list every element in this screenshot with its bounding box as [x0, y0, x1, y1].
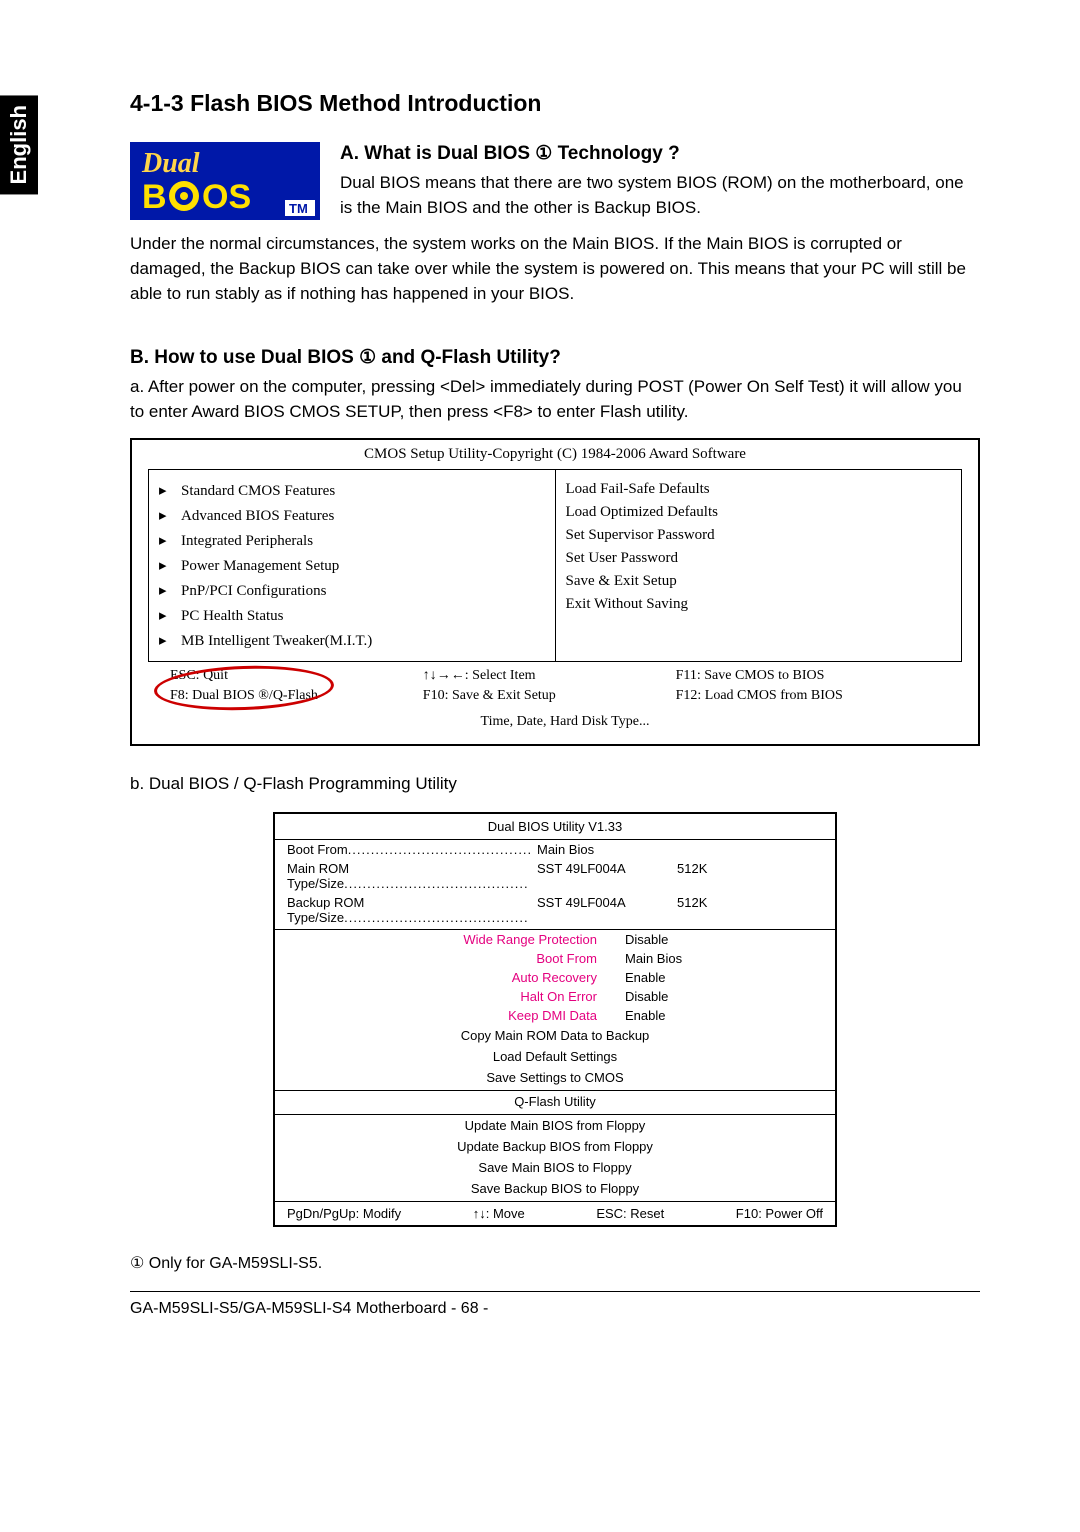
qf-key: F10: Power Off: [736, 1206, 823, 1221]
cmos-item: Power Management Setup: [181, 558, 339, 574]
svg-text:B: B: [142, 178, 167, 216]
cmos-item: Advanced BIOS Features: [181, 508, 334, 524]
cmos-item: Load Optimized Defaults: [566, 501, 952, 524]
cmos-key-f12: F12: Load CMOS from BIOS: [676, 688, 960, 704]
qf-info-val: SST 49LF004A: [537, 895, 677, 925]
qflash-title: Dual BIOS Utility V1.33: [275, 814, 835, 840]
dualbios-logo: Dual B OS TM TM: [130, 142, 320, 220]
qflash-screenshot: Dual BIOS Utility V1.33 Boot FromMain Bi…: [273, 812, 837, 1227]
cmos-key-arrows: ↑↓→←: Select Item: [423, 668, 676, 684]
qf-info-label: Main ROM Type/Size: [287, 861, 537, 891]
cmos-title: CMOS Setup Utility-Copyright (C) 1984-20…: [132, 440, 978, 469]
cmos-key-f11: F11: Save CMOS to BIOS: [676, 668, 960, 684]
cmos-item: Integrated Peripherals: [181, 533, 313, 549]
qf-opt-val: Disable: [625, 932, 823, 947]
qf-opt-label: Boot From: [287, 951, 625, 966]
qf-info-val: Main Bios: [537, 842, 677, 857]
cmos-key-f10: F10: Save & Exit Setup: [423, 688, 676, 704]
qf-opt-label: Auto Recovery: [287, 970, 625, 985]
svg-text:OS: OS: [202, 178, 251, 216]
cmos-setup-screenshot: CMOS Setup Utility-Copyright (C) 1984-20…: [130, 438, 980, 746]
cmos-item: Exit Without Saving: [566, 593, 952, 616]
qf-action: Update Main BIOS from Floppy: [275, 1115, 835, 1136]
cmos-right-column: Load Fail-Safe Defaults Load Optimized D…: [556, 470, 962, 661]
qf-action: Save Main BIOS to Floppy: [275, 1157, 835, 1178]
cmos-item: PnP/PCI Configurations: [181, 583, 326, 599]
qf-key: ESC: Reset: [596, 1206, 664, 1221]
svg-text:Dual: Dual: [141, 148, 200, 179]
qf-action: Update Backup BIOS from Floppy: [275, 1136, 835, 1157]
cmos-left-column: ▸Standard CMOS Features ▸Advanced BIOS F…: [149, 470, 556, 661]
cmos-item: Save & Exit Setup: [566, 570, 952, 593]
qf-opt-val: Main Bios: [625, 951, 823, 966]
cmos-item: PC Health Status: [181, 608, 284, 624]
subsection-a-heading: A. What is Dual BIOS ① Technology ?: [340, 142, 980, 165]
qf-opt-label: Keep DMI Data: [287, 1008, 625, 1023]
footnote: ① Only for GA-M59SLI-S5.: [130, 1253, 980, 1273]
subsection-a-para2: Under the normal circumstances, the syst…: [130, 232, 980, 306]
footer-rule: [130, 1291, 980, 1292]
cmos-item: Set User Password: [566, 547, 952, 570]
qf-key: ↑↓: Move: [473, 1206, 525, 1221]
svg-text:TM: TM: [289, 201, 308, 216]
subsection-b-heading: B. How to use Dual BIOS ① and Q-Flash Ut…: [130, 346, 980, 369]
qf-key: PgDn/PgUp: Modify: [287, 1206, 401, 1221]
qf-action: Copy Main ROM Data to Backup: [275, 1025, 835, 1046]
cmos-footer-bottom: Time, Date, Hard Disk Type...: [170, 708, 960, 730]
qf-info-label: Boot From: [287, 842, 537, 857]
section-title: 4-1-3 Flash BIOS Method Introduction: [130, 90, 980, 117]
cmos-footer: ESC: Quit ↑↓→←: Select Item F11: Save CM…: [132, 668, 978, 744]
subsection-b-para: a. After power on the computer, pressing…: [130, 375, 980, 424]
language-tab: English: [0, 95, 38, 194]
cmos-item: MB Intelligent Tweaker(M.I.T.): [181, 633, 372, 649]
qf-opt-val: Enable: [625, 1008, 823, 1023]
subsection-b-line: b. Dual BIOS / Q-Flash Programming Utili…: [130, 774, 980, 794]
qf-info-val: SST 49LF004A: [537, 861, 677, 891]
cmos-item: Load Fail-Safe Defaults: [566, 478, 952, 501]
subsection-a-para1: Dual BIOS means that there are two syste…: [340, 171, 980, 220]
qf-opt-label: Halt On Error: [287, 989, 625, 1004]
qf-opt-val: Enable: [625, 970, 823, 985]
qf-action: Save Settings to CMOS: [275, 1067, 835, 1088]
cmos-item: Standard CMOS Features: [181, 483, 335, 499]
cmos-key-f8-circled: F8: Dual BIOS ®/Q-Flash: [170, 688, 318, 704]
qf-action: Load Default Settings: [275, 1046, 835, 1067]
qf-qflash-label: Q-Flash Utility: [275, 1091, 835, 1112]
qf-info-label: Backup ROM Type/Size: [287, 895, 537, 925]
qf-opt-label: Wide Range Protection: [287, 932, 625, 947]
qf-action: Save Backup BIOS to Floppy: [275, 1178, 835, 1199]
cmos-item: Set Supervisor Password: [566, 524, 952, 547]
qf-opt-val: Disable: [625, 989, 823, 1004]
page-footer: GA-M59SLI-S5/GA-M59SLI-S4 Motherboard - …: [130, 1300, 980, 1318]
